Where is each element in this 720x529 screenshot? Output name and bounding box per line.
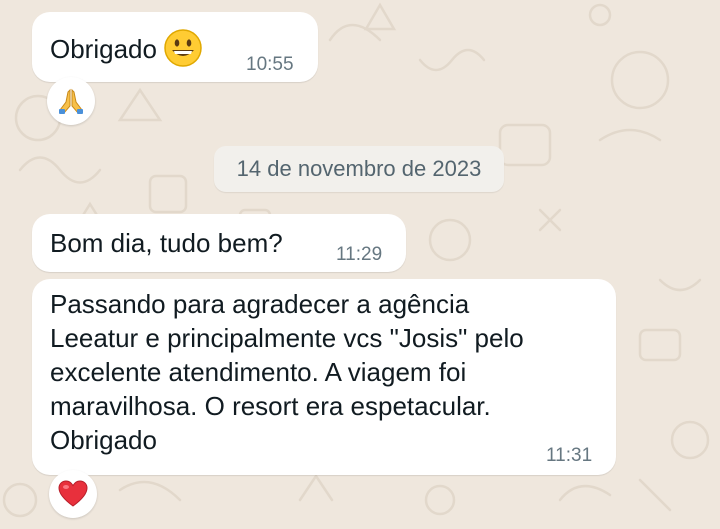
red-heart-icon bbox=[58, 480, 88, 507]
message-reaction[interactable] bbox=[47, 77, 95, 125]
date-divider: 14 de novembro de 2023 bbox=[214, 146, 504, 192]
message-timestamp: 11:31 bbox=[546, 445, 593, 466]
message-timestamp: 10:55 bbox=[246, 54, 294, 75]
incoming-message-bubble[interactable]: Obrigado 10:55 bbox=[32, 12, 318, 82]
folded-hands-icon bbox=[59, 88, 83, 114]
message-timestamp: 11:29 bbox=[336, 244, 383, 265]
message-line: Leeatur e principalmente vcs "Josis" pel… bbox=[50, 323, 524, 353]
incoming-message-bubble[interactable]: Bom dia, tudo bem? 11:29 bbox=[32, 214, 406, 272]
message-reaction[interactable] bbox=[49, 470, 97, 518]
message-text: Passando para agradecer a agência Leeatu… bbox=[50, 287, 524, 457]
message-line: Passando para agradecer a agência bbox=[50, 289, 470, 319]
incoming-message-bubble[interactable]: Passando para agradecer a agência Leeatu… bbox=[32, 279, 616, 475]
message-text: Bom dia, tudo bem? bbox=[50, 228, 283, 258]
chat-thread: Obrigado 10:55 14 de novembro de 2023 Bo… bbox=[0, 0, 720, 529]
message-line: maravilhosa. O resort era espetacular. bbox=[50, 391, 491, 421]
message-line: Obrigado bbox=[50, 425, 157, 455]
grinning-face-icon bbox=[164, 29, 202, 67]
message-text: Obrigado bbox=[50, 34, 157, 64]
message-line: excelente atendimento. A viagem foi bbox=[50, 357, 467, 387]
